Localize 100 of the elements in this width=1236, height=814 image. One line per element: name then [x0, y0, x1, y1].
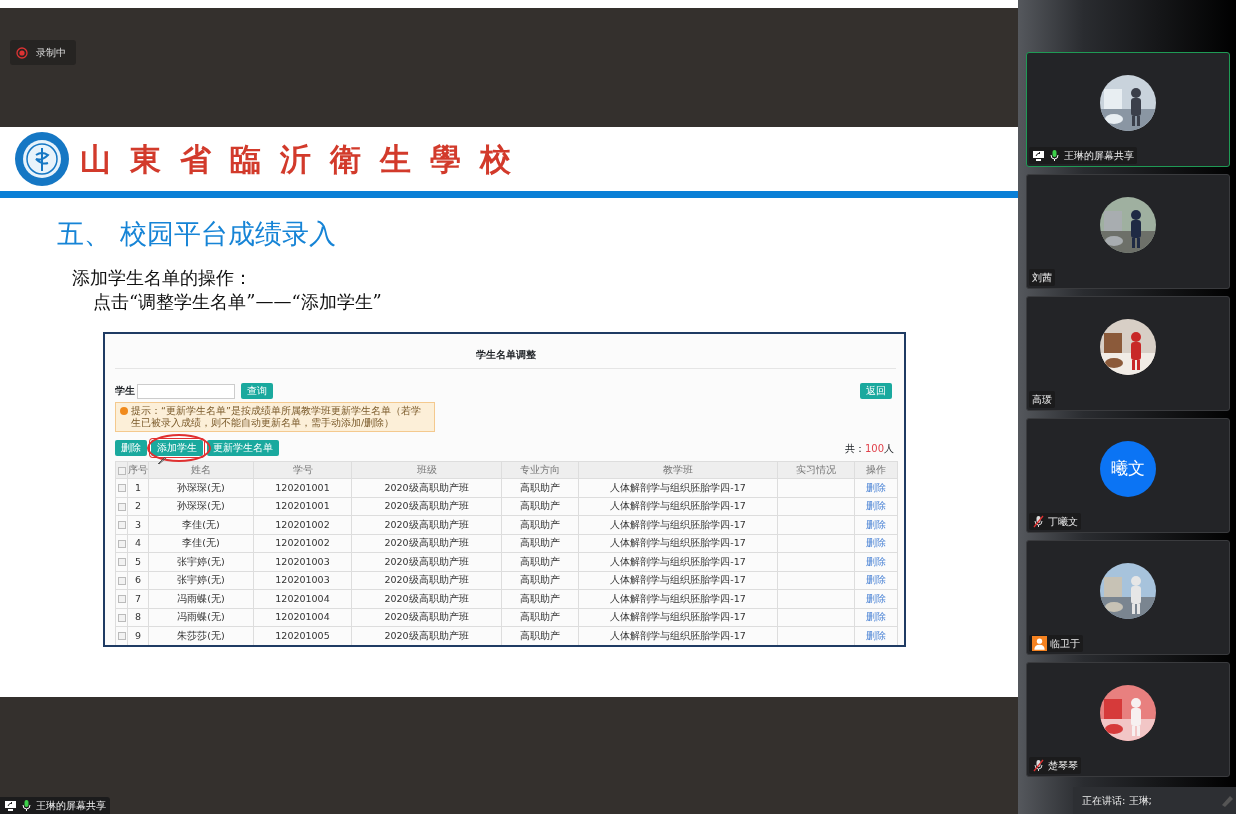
table-cell: 120201004: [275, 592, 330, 604]
column-header: 实习情况: [796, 464, 836, 476]
table-cell: 李佳(无): [182, 518, 220, 530]
row-checkbox[interactable]: [117, 539, 126, 548]
table-cell: 高职助产: [520, 592, 560, 604]
table-cell: 人体解剖学与组织胚胎学四-17: [610, 629, 746, 641]
search-label: 学生: [115, 384, 135, 399]
school-emblem-icon: [14, 131, 70, 187]
toolbar-button[interactable]: 删除: [115, 440, 147, 457]
participant-tile[interactable]: 曦文 丁曦文: [1026, 418, 1230, 533]
column-header: 教学班: [663, 464, 693, 476]
table-cell: 2020级高职助产班: [384, 592, 469, 604]
table-cell: 2020级高职助产班: [384, 574, 469, 586]
speaking-text: 正在讲话: 王琳;: [1082, 794, 1152, 808]
row-checkbox[interactable]: [117, 484, 126, 493]
table-cell: 高职助产: [520, 500, 560, 512]
pen-cursor-icon: [157, 455, 167, 466]
table-cell: 2020级高职助产班: [384, 500, 469, 512]
search-field[interactable]: [137, 383, 235, 399]
table-cell: 120201002: [275, 518, 330, 530]
table-cell: 人体解剖学与组织胚胎学四-17: [610, 537, 746, 549]
panel-title: 学生名单调整: [115, 340, 896, 370]
table-cell: 4: [134, 537, 141, 549]
table-cell: 9: [134, 629, 141, 641]
table-cell: 2020级高职助产班: [384, 481, 469, 493]
participant-name: 临卫于: [1050, 637, 1080, 651]
table-cell: 8: [134, 611, 141, 623]
column-header: 姓名: [191, 464, 211, 476]
table-cell: 高职助产: [520, 537, 560, 549]
table-cell: 孙琛琛(无): [177, 500, 225, 512]
table-cell: 120201001: [275, 481, 330, 493]
school-name: 山東省臨沂衛生學校: [80, 139, 530, 179]
row-checkbox[interactable]: [117, 595, 126, 604]
table-cell: 人体解剖学与组织胚胎学四-17: [610, 592, 746, 604]
participant-name: 楚琴琴: [1048, 759, 1078, 773]
table-cell: 高职助产: [520, 611, 560, 623]
table-cell: 人体解剖学与组织胚胎学四-17: [610, 574, 746, 586]
share-label-text: 王琳的屏幕共享: [36, 799, 106, 813]
participant-tile[interactable]: 临卫于: [1026, 540, 1230, 655]
slide-text: 点击“调整学生名单”——“添加学生”: [93, 290, 383, 314]
warning-icon: [120, 407, 128, 416]
row-checkbox[interactable]: [117, 502, 126, 511]
table-cell: 人体解剖学与组织胚胎学四-17: [610, 611, 746, 623]
column-header: 专业方向: [520, 464, 560, 476]
row-checkbox[interactable]: [117, 632, 126, 641]
column-header: 学号: [292, 464, 313, 476]
microphone-icon: [20, 799, 33, 812]
table-cell: 冯雨蝶(无): [177, 592, 225, 604]
table-cell: 2020级高职助产班: [384, 629, 469, 641]
toolbar-button[interactable]: 添加学生: [151, 440, 203, 457]
table-cell: 120201002: [275, 537, 330, 549]
select-all-checkbox[interactable]: [117, 466, 126, 475]
search-button[interactable]: 查询: [241, 383, 273, 400]
pen-icon[interactable]: [1220, 793, 1234, 807]
toolbar-button[interactable]: 更新学生名单: [207, 440, 279, 457]
table-cell: 张宇婷(无): [177, 574, 225, 586]
table-cell: 人体解剖学与组织胚胎学四-17: [610, 500, 746, 512]
row-checkbox[interactable]: [117, 521, 126, 530]
row-checkbox[interactable]: [117, 558, 126, 567]
row-checkbox[interactable]: [117, 576, 126, 585]
table-cell: 2020级高职助产班: [384, 518, 469, 530]
table-cell: 7: [134, 592, 141, 604]
table-cell: 高职助产: [520, 481, 560, 493]
table-cell: 6: [134, 574, 141, 586]
table-cell: 5: [134, 555, 141, 567]
column-header: 班级: [416, 464, 437, 476]
participant-tile[interactable]: 高瑗: [1026, 296, 1230, 411]
participant-name: 高瑗: [1032, 393, 1052, 407]
participant-tile[interactable]: 楚琴琴: [1026, 662, 1230, 777]
table-cell: 120201005: [275, 629, 330, 641]
back-button[interactable]: 返回: [860, 383, 892, 400]
table-cell: 3: [134, 518, 141, 530]
column-header: 序号: [128, 464, 148, 476]
table-cell: 李佳(无): [182, 537, 220, 549]
participant-name: 丁曦文: [1048, 515, 1078, 529]
table-cell: 朱莎莎(无): [177, 629, 225, 641]
table-cell: 2020级高职助产班: [384, 537, 469, 549]
table-cell: 2020级高职助产班: [384, 555, 469, 567]
table-cell: 120201003: [275, 555, 330, 567]
participant-tile[interactable]: 刘茜: [1026, 174, 1230, 289]
table-cell: 120201001: [275, 500, 330, 512]
participant-tile[interactable]: 王琳的屏幕共享: [1026, 52, 1230, 167]
table-cell: 120201004: [275, 611, 330, 623]
total-count: 共：100人: [844, 442, 894, 457]
record-icon: [16, 46, 28, 59]
table-cell: 张宇婷(无): [177, 555, 225, 567]
highlight-circle: [147, 434, 211, 463]
screen-share-icon: [1032, 149, 1045, 162]
participant-name: 刘茜: [1032, 271, 1052, 285]
table-cell: 冯雨蝶(无): [177, 611, 225, 623]
table-cell: 高职助产: [520, 518, 560, 530]
table-cell: 1: [134, 481, 141, 493]
muted-microphone-icon: [1032, 759, 1045, 772]
person-icon: [1032, 636, 1047, 651]
table-cell: 人体解剖学与组织胚胎学四-17: [610, 555, 746, 567]
microphone-icon: [1048, 149, 1061, 162]
recording-label: 录制中: [36, 46, 66, 60]
table-cell: 高职助产: [520, 555, 560, 567]
row-checkbox[interactable]: [117, 613, 126, 622]
table-cell: 孙琛琛(无): [177, 481, 225, 493]
